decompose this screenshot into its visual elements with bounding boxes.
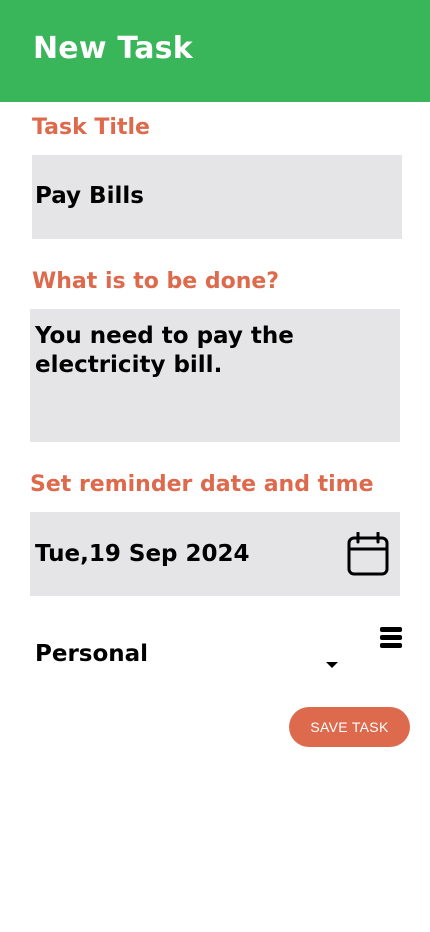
task-title-label: Task Title xyxy=(32,115,150,140)
reminder-date-field[interactable]: Tue,19 Sep 2024 xyxy=(30,512,400,596)
description-value: You need to pay the electricity bill. xyxy=(35,323,294,378)
save-task-button[interactable]: SAVE TASK xyxy=(289,707,410,747)
description-field[interactable]: You need to pay the electricity bill. xyxy=(30,309,400,442)
app-bar: New Task xyxy=(0,0,430,102)
caret-down-icon[interactable] xyxy=(326,662,338,668)
task-title-value: Pay Bills xyxy=(35,183,144,209)
category-select[interactable]: Personal xyxy=(35,641,148,667)
calendar-icon[interactable] xyxy=(347,532,389,577)
description-label: What is to be done? xyxy=(32,269,280,294)
task-title-field[interactable]: Pay Bills xyxy=(32,155,402,239)
page-title: New Task xyxy=(33,31,193,66)
reminder-date-value: Tue,19 Sep 2024 xyxy=(35,541,250,567)
menu-icon[interactable] xyxy=(380,627,402,649)
reminder-label: Set reminder date and time xyxy=(30,472,374,497)
